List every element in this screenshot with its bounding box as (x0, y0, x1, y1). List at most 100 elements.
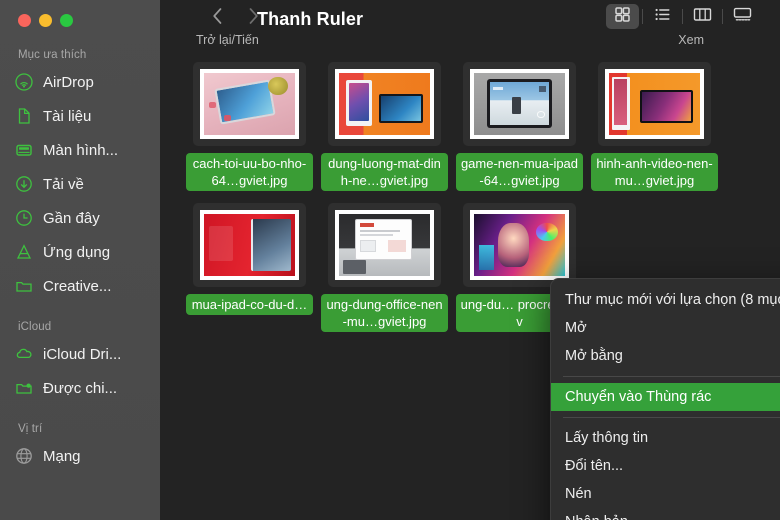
sidebar-item-label: Gần đây (43, 209, 100, 227)
context-menu-item-new-folder-with-selection[interactable]: Thư mục mới với lựa chọn (8 mục) (551, 286, 780, 314)
main-content: Trở lại/Tiến Thanh Ruler Xem cach-toi-uu… (160, 0, 780, 520)
icon-view-button[interactable] (606, 4, 639, 29)
sidebar-item-shared[interactable]: Được chi... (0, 371, 160, 405)
sidebar-item-label: Creative... (43, 277, 112, 295)
thumbnail (463, 62, 576, 146)
applications-icon (14, 242, 34, 262)
window-controls (0, 0, 160, 27)
divider (642, 9, 643, 24)
photo-two-tablets-orange-bg (335, 69, 434, 139)
window-title: Thanh Ruler (257, 9, 364, 29)
file-name: game-nen-mua-ipad-64…gviet.jpg (456, 153, 583, 191)
sidebar-item-applications[interactable]: Ứng dụng (0, 235, 160, 269)
divider (722, 9, 723, 24)
file-item[interactable]: game-nen-mua-ipad-64…gviet.jpg (452, 56, 587, 197)
navigation-buttons (206, 4, 264, 28)
close-button[interactable] (18, 14, 31, 27)
context-menu-item-rename[interactable]: Đổi tên... (551, 452, 780, 480)
menu-item-label: Thư mục mới với lựa chọn (8 mục) (565, 292, 780, 308)
sidebar-item-airdrop[interactable]: AirDrop (0, 65, 160, 99)
navigation-label: Trở lại/Tiến (196, 33, 259, 47)
thumbnail (328, 203, 441, 287)
maximize-button[interactable] (60, 14, 73, 27)
toolbar: Trở lại/Tiến Thanh Ruler Xem (160, 0, 780, 56)
gallery-view-button[interactable] (726, 4, 759, 29)
file-name: cach-toi-uu-bo-nho-64…gviet.jpg (186, 153, 313, 191)
airdrop-icon (14, 72, 34, 92)
shared-folder-icon (14, 378, 34, 398)
thumbnail (463, 203, 576, 287)
menu-item-label: Đổi tên... (565, 458, 624, 474)
sidebar-item-label: AirDrop (43, 73, 94, 91)
sidebar-item-icloud-drive[interactable]: iCloud Dri... (0, 337, 160, 371)
view-label: Xem (678, 33, 704, 47)
thumbnail (328, 62, 441, 146)
sidebar-item-label: Ứng dụng (43, 243, 111, 261)
divider (682, 9, 683, 24)
back-button[interactable] (206, 4, 228, 28)
menu-item-label: Nén (565, 486, 592, 502)
sidebar: Mục ưa thích AirDrop Tài liệu Màn hình..… (0, 0, 160, 520)
context-menu-item-get-info[interactable]: Lấy thông tin (551, 424, 780, 452)
folder-icon (14, 276, 34, 296)
sidebar-item-network[interactable]: Mạng (0, 439, 160, 473)
context-menu-item-compress[interactable]: Nén (551, 480, 780, 508)
thumbnail (193, 62, 306, 146)
list-icon (654, 6, 671, 28)
photo-video-on-tablet-orange (605, 69, 704, 139)
sidebar-section-favorites: AirDrop Tài liệu Màn hình... Tải về Gần … (0, 65, 160, 303)
clock-icon (14, 208, 34, 228)
sidebar-item-documents[interactable]: Tài liệu (0, 99, 160, 133)
context-menu-item-duplicate[interactable]: Nhân bản (551, 508, 780, 520)
gallery-icon (733, 6, 752, 28)
globe-icon (14, 446, 34, 466)
sidebar-item-downloads[interactable]: Tải về (0, 167, 160, 201)
photo-office-doc-on-tablet (335, 210, 434, 280)
sidebar-item-recents[interactable]: Gần đây (0, 201, 160, 235)
menu-item-label: Lấy thông tin (565, 430, 649, 446)
download-icon (14, 174, 34, 194)
sidebar-item-label: Tải về (43, 175, 84, 193)
view-mode-switcher (606, 4, 759, 29)
sidebar-item-label: Màn hình... (43, 141, 119, 159)
photo-game-on-tablet-gray (470, 69, 569, 139)
thumbnail (598, 62, 711, 146)
sidebar-section-locations: Mạng (0, 439, 160, 473)
sidebar-section-favorites-title: Mục ưa thích (18, 49, 87, 61)
minimize-button[interactable] (39, 14, 52, 27)
finder-window: Mục ưa thích AirDrop Tài liệu Màn hình..… (0, 0, 780, 520)
document-icon (14, 106, 34, 126)
file-item[interactable]: hinh-anh-video-nen-mu…gviet.jpg (587, 56, 722, 197)
list-view-button[interactable] (646, 4, 679, 29)
menu-separator (563, 376, 780, 377)
file-name: hinh-anh-video-nen-mu…gviet.jpg (591, 153, 718, 191)
columns-icon (693, 6, 712, 28)
photo-ipad-on-pink-desk (200, 69, 299, 139)
desktop-icon (14, 140, 34, 160)
sidebar-item-label: Được chi... (43, 379, 118, 397)
sidebar-section-icloud: iCloud Dri... Được chi... (0, 337, 160, 405)
menu-separator (563, 417, 780, 418)
file-item[interactable]: ung-dung-office-nen-mu…gviet.jpg (317, 197, 452, 338)
thumbnail (193, 203, 306, 287)
file-name: dung-luong-mat-dinh-ne…gviet.jpg (321, 153, 448, 191)
context-menu-item-move-to-trash[interactable]: Chuyển vào Thùng rác (551, 383, 780, 411)
sidebar-item-label: iCloud Dri... (43, 345, 122, 363)
file-item[interactable]: dung-luong-mat-dinh-ne…gviet.jpg (317, 56, 452, 197)
photo-procreate-colorful-art (470, 210, 569, 280)
sidebar-item-label: Mạng (43, 447, 81, 465)
context-menu-item-open-with[interactable]: Mở bằng › (551, 342, 780, 370)
sidebar-item-creative[interactable]: Creative... (0, 269, 160, 303)
menu-item-label: Nhân bản (565, 514, 628, 520)
menu-item-label: Chuyển vào Thùng rác (565, 389, 712, 405)
sidebar-item-desktop[interactable]: Màn hình... (0, 133, 160, 167)
context-menu: Thư mục mới với lựa chọn (8 mục) Mở Mở b… (550, 278, 780, 520)
cloud-icon (14, 344, 34, 364)
file-item[interactable]: cach-toi-uu-bo-nho-64…gviet.jpg (182, 56, 317, 197)
sidebar-section-icloud-title: iCloud (18, 321, 52, 333)
context-menu-item-open[interactable]: Mở (551, 314, 780, 342)
photo-red-ipad-box (200, 210, 299, 280)
column-view-button[interactable] (686, 4, 719, 29)
sidebar-item-label: Tài liệu (43, 107, 92, 125)
file-item[interactable]: mua-ipad-co-du-d… (182, 197, 317, 338)
